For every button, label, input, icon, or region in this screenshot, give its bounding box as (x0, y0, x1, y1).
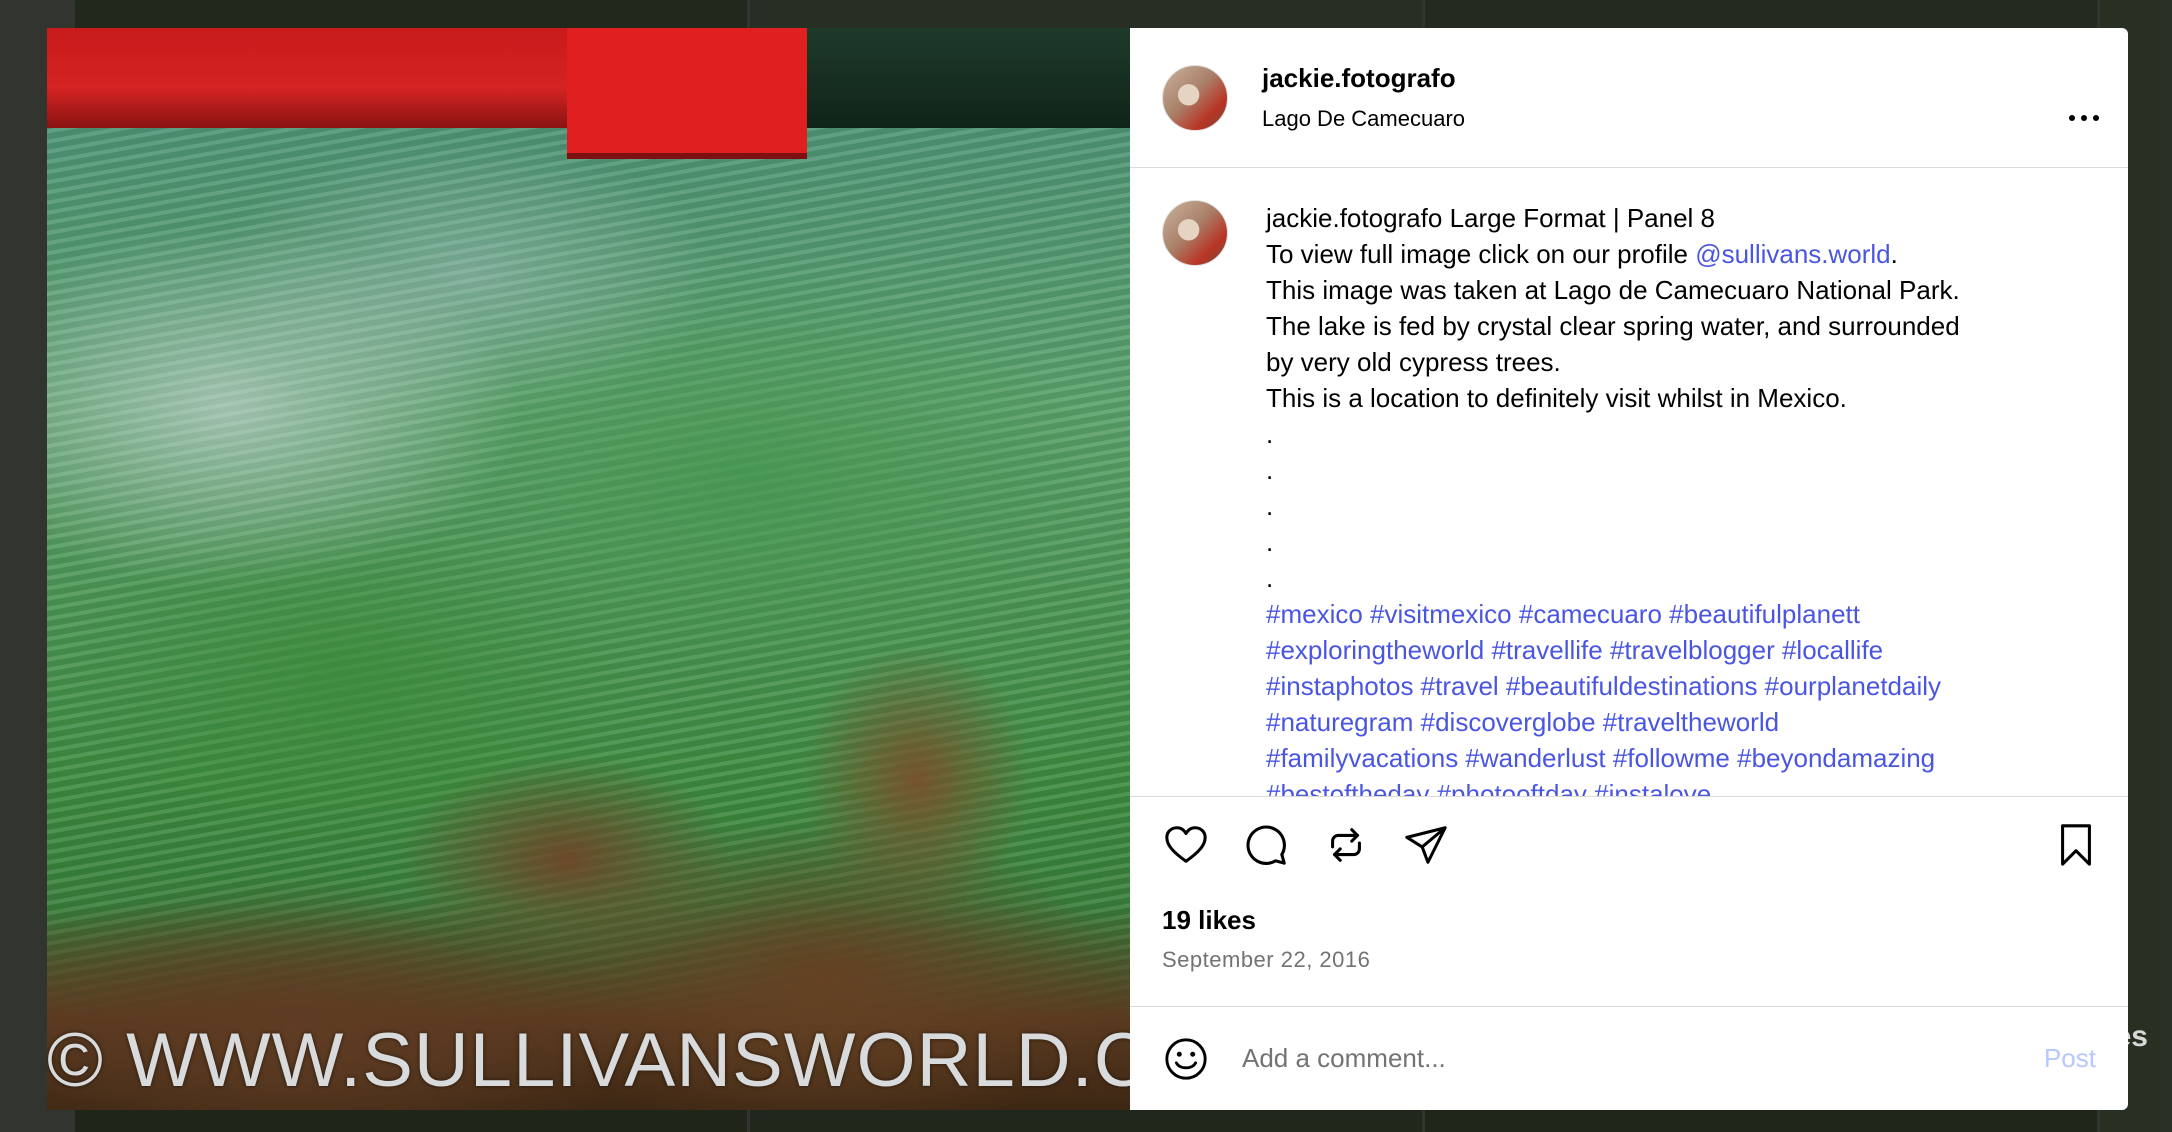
caption-avatar[interactable] (1162, 200, 1228, 266)
caption-username[interactable]: jackie.fotografo (1266, 203, 1442, 233)
caption-line: This is a location to definitely visit w… (1266, 383, 1847, 413)
bookmark-icon (2061, 824, 2091, 866)
caption-line: The lake is fed by crystal clear spring … (1266, 311, 1960, 341)
hashtag-line[interactable]: #familyvacations #wanderlust #followme #… (1266, 740, 2086, 776)
save-button[interactable] (2052, 821, 2100, 869)
caption-text: . (1890, 239, 1898, 269)
caption-dot: . (1266, 419, 1274, 449)
comment-icon (1246, 825, 1286, 865)
hashtag-block: #mexico #visitmexico #camecuaro #beautif… (1266, 596, 2086, 796)
image-watermark: © WWW.SULLIVANSWORLD.CO (47, 1018, 1130, 1103)
hashtag-line[interactable]: #instaphotos #travel #beautifuldestinati… (1266, 668, 2086, 704)
mention-link[interactable]: @sullivans.world (1695, 239, 1890, 269)
repost-button[interactable] (1322, 821, 1370, 869)
comment-bar: Post (1130, 1006, 2128, 1110)
comment-input[interactable] (1240, 1042, 2004, 1075)
heart-icon (1165, 826, 1207, 863)
more-dot (2081, 115, 2087, 121)
post-details-panel: jackie.fotografo Lago De Camecuaro jacki… (1130, 28, 2128, 1110)
hashtag-line[interactable]: #mexico #visitmexico #camecuaro #beautif… (1266, 596, 2086, 632)
action-icon-row (1162, 821, 2100, 869)
comment-button[interactable] (1242, 821, 1290, 869)
post-header-text: jackie.fotografo Lago De Camecuaro (1262, 63, 1465, 132)
post-date: September 22, 2016 (1162, 947, 1371, 972)
caption-area: jackie.fotografo Large Format | Panel 8 … (1130, 168, 2128, 796)
caption-dot: . (1266, 527, 1274, 557)
caption-dot: . (1266, 563, 1274, 593)
more-options-button[interactable] (2064, 108, 2104, 128)
caption-line: by very old cypress trees. (1266, 347, 1561, 377)
more-dot (2093, 115, 2099, 121)
post-location[interactable]: Lago De Camecuaro (1262, 106, 1465, 132)
emoji-icon (1165, 1037, 1207, 1080)
like-button[interactable] (1162, 821, 1210, 869)
post-comment-button[interactable]: Post (2044, 1043, 2096, 1074)
post-modal: © WWW.SULLIVANSWORLD.CO jackie.fotografo… (47, 28, 2128, 1110)
caption-dot: . (1266, 491, 1274, 521)
share-button[interactable] (1402, 821, 1450, 869)
repost-icon (1331, 828, 1361, 862)
post-actions: 19 likes September 22, 2016 (1130, 796, 2128, 1006)
dark-boat (807, 28, 1130, 128)
hashtag-line[interactable]: #bestoftheday #photooftday #instalove (1266, 776, 2086, 796)
caption-first-line: jackie.fotografo Large Format | Panel 8 (1266, 200, 2086, 236)
post-caption: jackie.fotografo Large Format | Panel 8 … (1266, 200, 2086, 796)
post-image[interactable]: © WWW.SULLIVANSWORLD.CO (47, 28, 1130, 1110)
caption-dot: . (1266, 455, 1274, 485)
caption-title: Large Format | Panel 8 (1449, 203, 1716, 233)
avatar[interactable] (1162, 64, 1228, 131)
post-header: jackie.fotografo Lago De Camecuaro (1130, 28, 2128, 168)
more-horizontal-icon (2069, 115, 2075, 121)
hashtag-line[interactable]: #naturegram #discoverglobe #travelthewor… (1266, 704, 2086, 740)
likes-count[interactable]: 19 likes (1162, 905, 1256, 936)
caption-line: To view full image click on our profile … (1266, 236, 2086, 272)
hashtag-line[interactable]: #exploringtheworld #travellife #travelbl… (1266, 632, 2086, 668)
caption-line: This image was taken at Lago de Camecuar… (1266, 275, 1960, 305)
red-boat-hull (567, 28, 807, 159)
emoji-button[interactable] (1162, 1035, 1210, 1083)
caption-text: To view full image click on our profile (1266, 239, 1696, 269)
share-icon (1405, 826, 1447, 864)
post-username[interactable]: jackie.fotografo (1262, 63, 1465, 94)
